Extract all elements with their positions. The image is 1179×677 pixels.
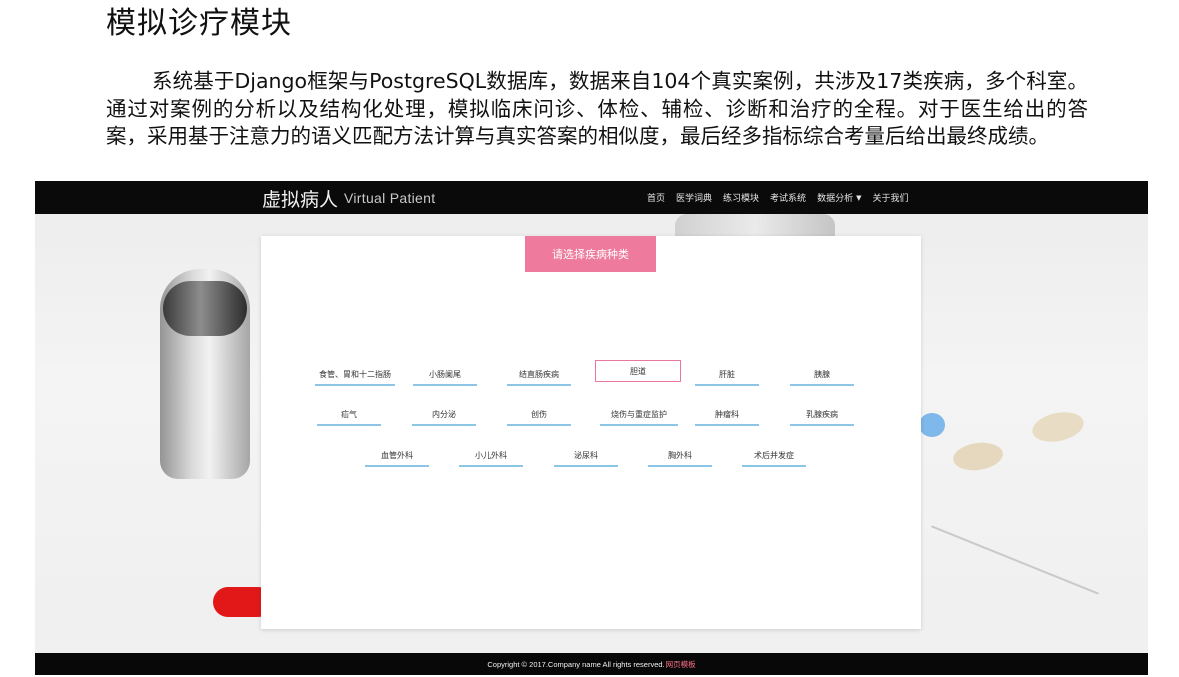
background-wire [931, 525, 1099, 595]
footer: Copyright © 2017.Company name All rights… [35, 653, 1148, 675]
nav-medical-dictionary[interactable]: 医学词典 [676, 191, 712, 204]
caret-down-icon: ▼ [856, 193, 862, 202]
background-pill [1029, 407, 1087, 447]
navbar: 虚拟病人 Virtual Patient 首页 医学词典 练习模块 考试系统 数… [35, 181, 1148, 214]
footer-template-link[interactable]: 网页模板 [666, 659, 696, 670]
category-hernia[interactable]: 疝气 [317, 404, 381, 426]
category-breast[interactable]: 乳腺疾病 [790, 404, 854, 426]
nav-about-us[interactable]: 关于我们 [872, 191, 908, 204]
background-vial-cap [163, 281, 247, 336]
nav-practice-module[interactable]: 练习模块 [723, 191, 759, 204]
nav-data-analysis-label: 数据分析 [817, 194, 854, 204]
nav-exam-system[interactable]: 考试系统 [770, 191, 806, 204]
category-postoperative-complications[interactable]: 术后并发症 [742, 445, 806, 467]
category-burns-icu[interactable]: 烧伤与重症监护 [600, 404, 678, 426]
category-oncology[interactable]: 肿瘤科 [695, 404, 759, 426]
slide-title: 模拟诊疗模块 [106, 6, 292, 41]
category-liver[interactable]: 肝脏 [695, 364, 759, 386]
brand-logo[interactable]: 虚拟病人 Virtual Patient [262, 184, 435, 212]
slide-body: 系统基于Django框架与PostgreSQL数据库，数据来自104个真实案例，… [106, 69, 1088, 148]
app-screenshot: 虚拟病人 Virtual Patient 首页 医学词典 练习模块 考试系统 数… [35, 181, 1148, 675]
category-colorectal[interactable]: 结直肠疾病 [507, 364, 571, 386]
disease-selection-panel: 请选择疾病种类 食管、胃和十二指肠 小肠阑尾 结直肠疾病 胆道 肝脏 胰腺 疝气… [261, 236, 921, 629]
category-pancreas[interactable]: 胰腺 [790, 364, 854, 386]
background-pill [951, 439, 1005, 474]
brand-name-en: Virtual Patient [344, 190, 436, 206]
category-vascular-surgery[interactable]: 血管外科 [365, 445, 429, 467]
nav-data-analysis-dropdown[interactable]: 数据分析 ▼ [817, 191, 862, 205]
nav-menu: 首页 医学词典 练习模块 考试系统 数据分析 ▼ 关于我们 [647, 181, 908, 214]
category-trauma[interactable]: 创伤 [507, 404, 571, 426]
background-blue-pill [919, 413, 945, 437]
category-small-intestine-appendix[interactable]: 小肠阑尾 [413, 364, 477, 386]
category-urology[interactable]: 泌尿科 [554, 445, 618, 467]
category-endocrine[interactable]: 内分泌 [412, 404, 476, 426]
brand-name-cn: 虚拟病人 [262, 188, 339, 211]
nav-home[interactable]: 首页 [647, 191, 665, 204]
category-esophagus-stomach-duodenum[interactable]: 食管、胃和十二指肠 [315, 364, 395, 386]
category-thoracic-surgery[interactable]: 胸外科 [648, 445, 712, 467]
category-biliary-selected[interactable]: 胆道 [595, 360, 681, 382]
category-pediatric-surgery[interactable]: 小儿外科 [459, 445, 523, 467]
footer-copyright: Copyright © 2017.Company name All rights… [487, 659, 665, 669]
select-disease-button[interactable]: 请选择疾病种类 [525, 236, 656, 272]
